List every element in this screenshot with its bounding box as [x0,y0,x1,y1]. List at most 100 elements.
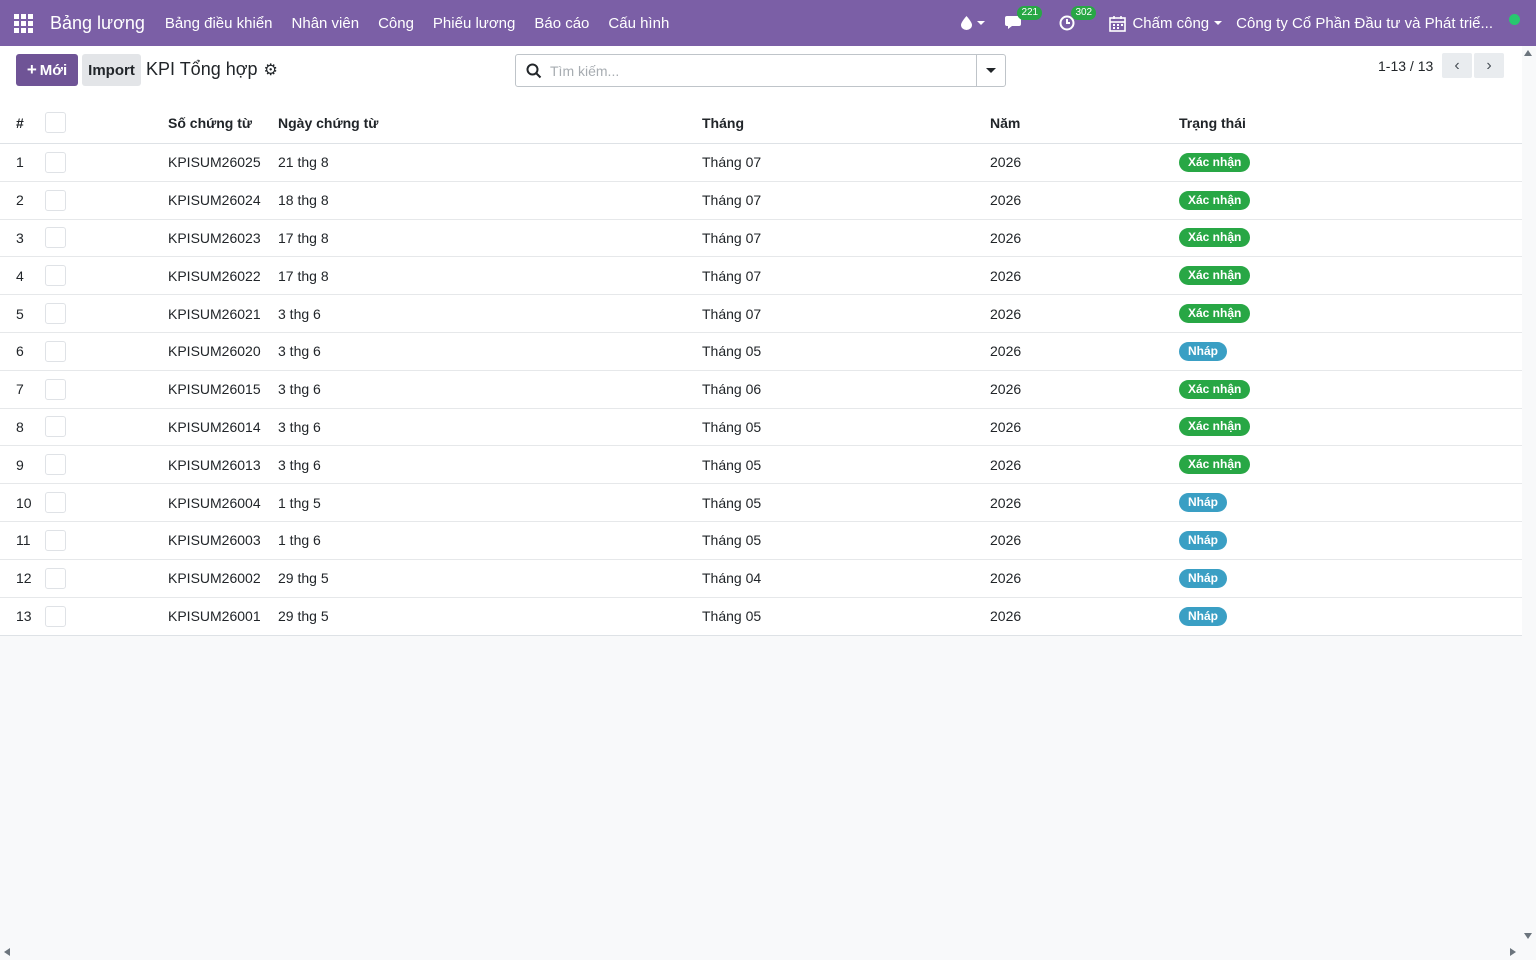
row-number: 7 [16,381,24,398]
row-checkbox[interactable] [45,529,66,551]
menu-payslips[interactable]: Phiếu lương [433,15,515,32]
menu-reports[interactable]: Báo cáo [534,15,589,32]
new-button[interactable]: + Mới [16,54,78,86]
row-select-cell [44,303,168,325]
table-row[interactable]: 9 KPISUM26013 3 thg 6 Tháng 05 2026 Xác nhận [0,446,1522,485]
scroll-down-icon[interactable] [1524,933,1532,939]
row-month: Tháng 05 [702,608,762,625]
app-brand[interactable]: Bảng lương [50,13,145,34]
table-row[interactable]: 1 KPISUM26025 21 thg 8 Tháng 07 2026 Xác nhận [0,144,1522,182]
row-doc-date: 21 thg 8 [278,154,329,171]
table-row[interactable]: 10 KPISUM26004 1 thg 5 Tháng 05 2026 Nháp [0,484,1522,522]
col-year-header[interactable]: Năm [990,115,1179,131]
activities-button[interactable]: 302 [1059,6,1097,31]
row-doc-date: 3 thg 6 [278,381,321,398]
row-checkbox[interactable] [45,605,66,627]
table-row[interactable]: 5 KPISUM26021 3 thg 6 Tháng 07 2026 Xác nhận [0,295,1522,333]
table-row[interactable]: 3 KPISUM26023 17 thg 8 Tháng 07 2026 Xác nhận [0,220,1522,258]
row-checkbox[interactable] [45,227,66,249]
menu-dashboard[interactable]: Bảng điều khiển [165,15,273,32]
col-doc-header[interactable]: Số chứng từ [168,115,278,131]
row-year: 2026 [990,154,1022,171]
row-number: 4 [16,267,24,284]
row-doc-number: KPISUM26001 [168,608,261,625]
row-doc-number: KPISUM26004 [168,494,261,511]
row-state-cell: Xác nhận [1179,379,1522,399]
row-select-cell [44,605,168,627]
import-button[interactable]: Import [82,54,141,86]
row-doc-number: KPISUM26022 [168,267,261,284]
row-checkbox[interactable] [45,378,66,400]
pager-value[interactable]: 1-13 / 13 [1378,58,1433,74]
col-number-header: # [16,114,24,131]
table-row[interactable]: 12 KPISUM26002 29 thg 5 Tháng 04 2026 Nháp [0,560,1522,598]
row-number: 1 [16,154,24,171]
scroll-right-icon[interactable] [1510,948,1516,956]
row-year: 2026 [990,305,1022,322]
attendance-label: Chấm công [1132,14,1210,32]
col-date-header[interactable]: Ngày chứng từ [278,115,702,131]
row-month: Tháng 07 [702,267,762,284]
status-badge: Xác nhận [1179,455,1251,475]
row-doc-date: 1 thg 5 [278,494,321,511]
row-select-cell [44,151,168,173]
vertical-scrollbar[interactable] [1522,46,1536,946]
row-checkbox[interactable] [45,151,66,173]
row-checkbox[interactable] [45,492,66,514]
table-row[interactable]: 4 KPISUM26022 17 thg 8 Tháng 07 2026 Xác nhận [0,257,1522,296]
row-year: 2026 [990,229,1022,246]
status-badge: Nháp [1179,568,1227,588]
row-checkbox[interactable] [45,340,66,362]
table-row[interactable]: 2 KPISUM26024 18 thg 8 Tháng 07 2026 Xác nhận [0,182,1522,220]
menu-configuration[interactable]: Cấu hình [608,15,669,32]
search-options-toggle[interactable] [976,55,1005,86]
table-row[interactable]: 6 KPISUM26020 3 thg 6 Tháng 05 2026 Nháp [0,333,1522,371]
plus-icon: + [26,60,37,79]
row-month: Tháng 07 [702,192,762,209]
row-state-cell: Xác nhận [1179,152,1522,172]
col-state-header[interactable]: Trạng thái [1179,115,1522,131]
row-state-cell: Xác nhận [1179,228,1522,248]
pager-previous-button[interactable]: ‹ [1442,53,1472,78]
row-doc-date: 3 thg 6 [278,456,321,473]
row-number: 9 [16,456,24,473]
table-row[interactable]: 8 KPISUM26014 3 thg 6 Tháng 05 2026 Xác nhận [0,409,1522,447]
menu-attendance-work[interactable]: Công [378,15,414,32]
row-year: 2026 [990,381,1022,398]
select-all-checkbox[interactable] [45,112,66,133]
pager-next-button[interactable]: › [1474,53,1504,78]
table-row[interactable]: 7 KPISUM26015 3 thg 6 Tháng 06 2026 Xác nhận [0,371,1522,409]
search-input[interactable] [542,55,976,86]
table-row[interactable]: 11 KPISUM26003 1 thg 6 Tháng 05 2026 Nháp [0,522,1522,560]
messages-button[interactable]: 221 [1005,6,1043,31]
user-status-icon[interactable] [1509,13,1520,25]
row-checkbox[interactable] [45,189,66,211]
row-year: 2026 [990,532,1022,549]
col-month-header[interactable]: Tháng [702,115,990,131]
debug-dropdown[interactable] [961,16,986,30]
attendance-dropdown[interactable]: Chấm công [1109,14,1223,32]
row-select-cell [44,265,168,287]
company-switcher[interactable]: Công ty Cổ Phần Đầu tư và Phát triể... [1236,15,1493,32]
table-body: 1 KPISUM26025 21 thg 8 Tháng 07 2026 Xác nhận… [0,144,1522,635]
drop-icon [961,16,973,30]
row-checkbox[interactable] [45,567,66,589]
table-row[interactable]: 13 KPISUM26001 29 thg 5 Tháng 05 2026 Nháp [0,598,1522,636]
row-year: 2026 [990,192,1022,209]
app-menu-icon[interactable] [0,0,46,46]
row-checkbox[interactable] [45,303,66,325]
row-number: 11 [16,532,31,549]
row-number: 3 [16,229,24,246]
menu-employees[interactable]: Nhân viên [292,15,360,32]
row-checkbox[interactable] [45,416,66,438]
row-checkbox[interactable] [45,454,66,476]
scroll-left-icon[interactable] [4,948,10,956]
gear-icon[interactable]: ⚙ [264,60,278,80]
row-doc-date: 18 thg 8 [278,192,329,209]
status-badge: Nháp [1179,530,1227,550]
row-month: Tháng 05 [702,418,762,435]
row-checkbox[interactable] [45,265,66,287]
scroll-up-icon[interactable] [1524,50,1532,56]
chevron-left-icon: ‹ [1454,56,1460,74]
row-year: 2026 [990,570,1022,587]
